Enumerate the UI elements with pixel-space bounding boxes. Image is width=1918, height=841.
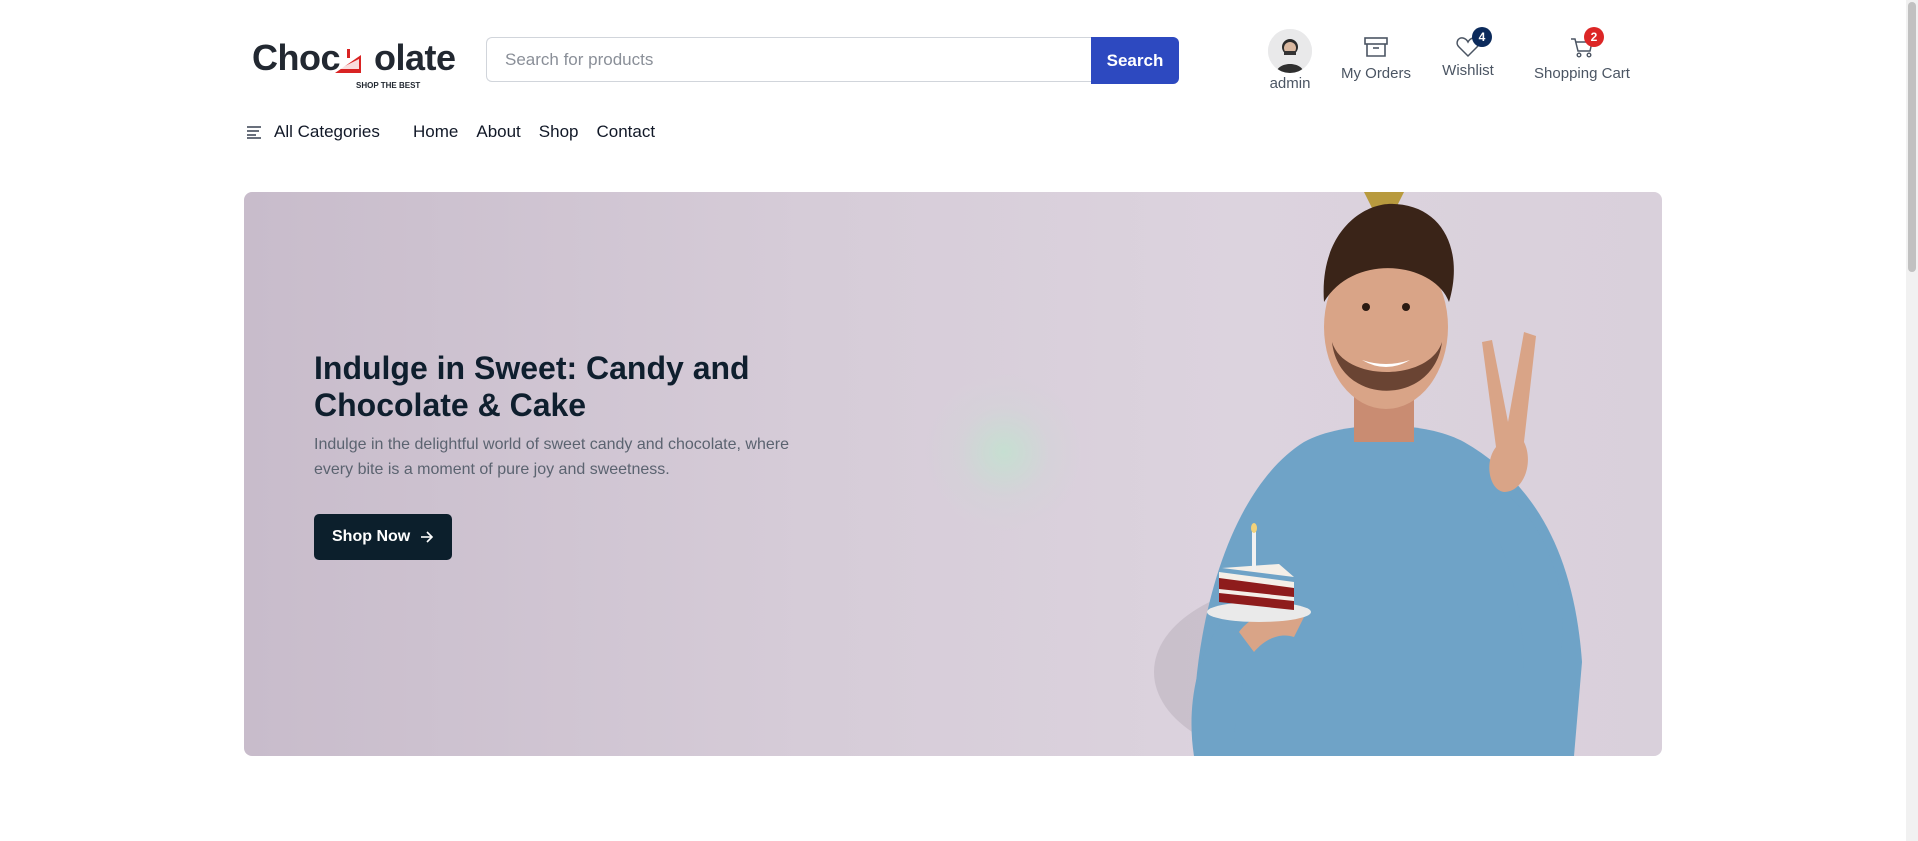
- search-input[interactable]: [486, 37, 1091, 82]
- my-orders-link[interactable]: My Orders: [1340, 35, 1412, 82]
- account-menu[interactable]: admin: [1262, 29, 1318, 92]
- all-categories-label: All Categories: [274, 122, 380, 141]
- main-nav: All Categories Home About Shop Contact: [244, 122, 1662, 146]
- nav-link-contact[interactable]: Contact: [597, 122, 656, 142]
- wishlist-link[interactable]: 4 Wishlist: [1440, 27, 1496, 79]
- scrollbar-thumb[interactable]: [1908, 2, 1916, 272]
- hero-person-with-cake-image: [1154, 192, 1582, 756]
- brand-logo[interactable]: Choc olate SHOP THE BEST: [252, 37, 456, 95]
- shopping-cart-label: Shopping Cart: [1534, 65, 1630, 82]
- search-bar: Search: [486, 37, 1180, 84]
- user-avatar-icon: [1268, 29, 1312, 73]
- all-categories-button[interactable]: All Categories: [246, 122, 380, 142]
- nav-links: Home About Shop Contact: [413, 122, 655, 142]
- user-tools: admin My Orders 4 Wishlist 2 Shopping Ca…: [1262, 27, 1662, 99]
- my-orders-label: My Orders: [1340, 65, 1411, 82]
- wishlist-count-badge: 4: [1472, 27, 1492, 47]
- nav-link-shop[interactable]: Shop: [539, 122, 579, 142]
- nav-link-home[interactable]: Home: [413, 122, 458, 142]
- hero-glow: [924, 372, 1084, 532]
- cart-count-badge: 2: [1584, 27, 1604, 47]
- account-label: admin: [1269, 75, 1311, 92]
- nav-link-about[interactable]: About: [476, 122, 520, 142]
- archive-box-icon: [1364, 37, 1388, 57]
- logo-tagline: SHOP THE BEST: [356, 81, 421, 90]
- hero-title: Indulge in Sweet: Candy and Chocolate & …: [314, 350, 750, 423]
- logo-text-right: olate: [374, 37, 456, 78]
- page: Choc olate SHOP THE BEST Search for prod…: [0, 0, 1918, 841]
- site-header: Choc olate SHOP THE BEST Search for prod…: [244, 25, 1662, 95]
- hero-banner: Indulge in Sweet: Candy and Chocolate & …: [244, 192, 1662, 756]
- avatar: [1268, 29, 1312, 73]
- shop-now-button[interactable]: Shop Now: [314, 514, 453, 560]
- search-button[interactable]: Search: [1091, 37, 1179, 84]
- hero-subtitle: Indulge in the delightful world of sweet…: [314, 436, 789, 478]
- cake-slice-icon: [335, 49, 361, 73]
- menu-lines-icon: [247, 126, 261, 139]
- page-scrollbar[interactable]: [1906, 0, 1918, 841]
- shop-now-label: Shop Now: [332, 528, 411, 545]
- wishlist-label: Wishlist: [1442, 62, 1494, 79]
- arrow-right-icon: [421, 531, 434, 543]
- logo-text-left: Choc: [252, 37, 341, 78]
- shopping-cart-link[interactable]: 2 Shopping Cart: [1534, 27, 1630, 82]
